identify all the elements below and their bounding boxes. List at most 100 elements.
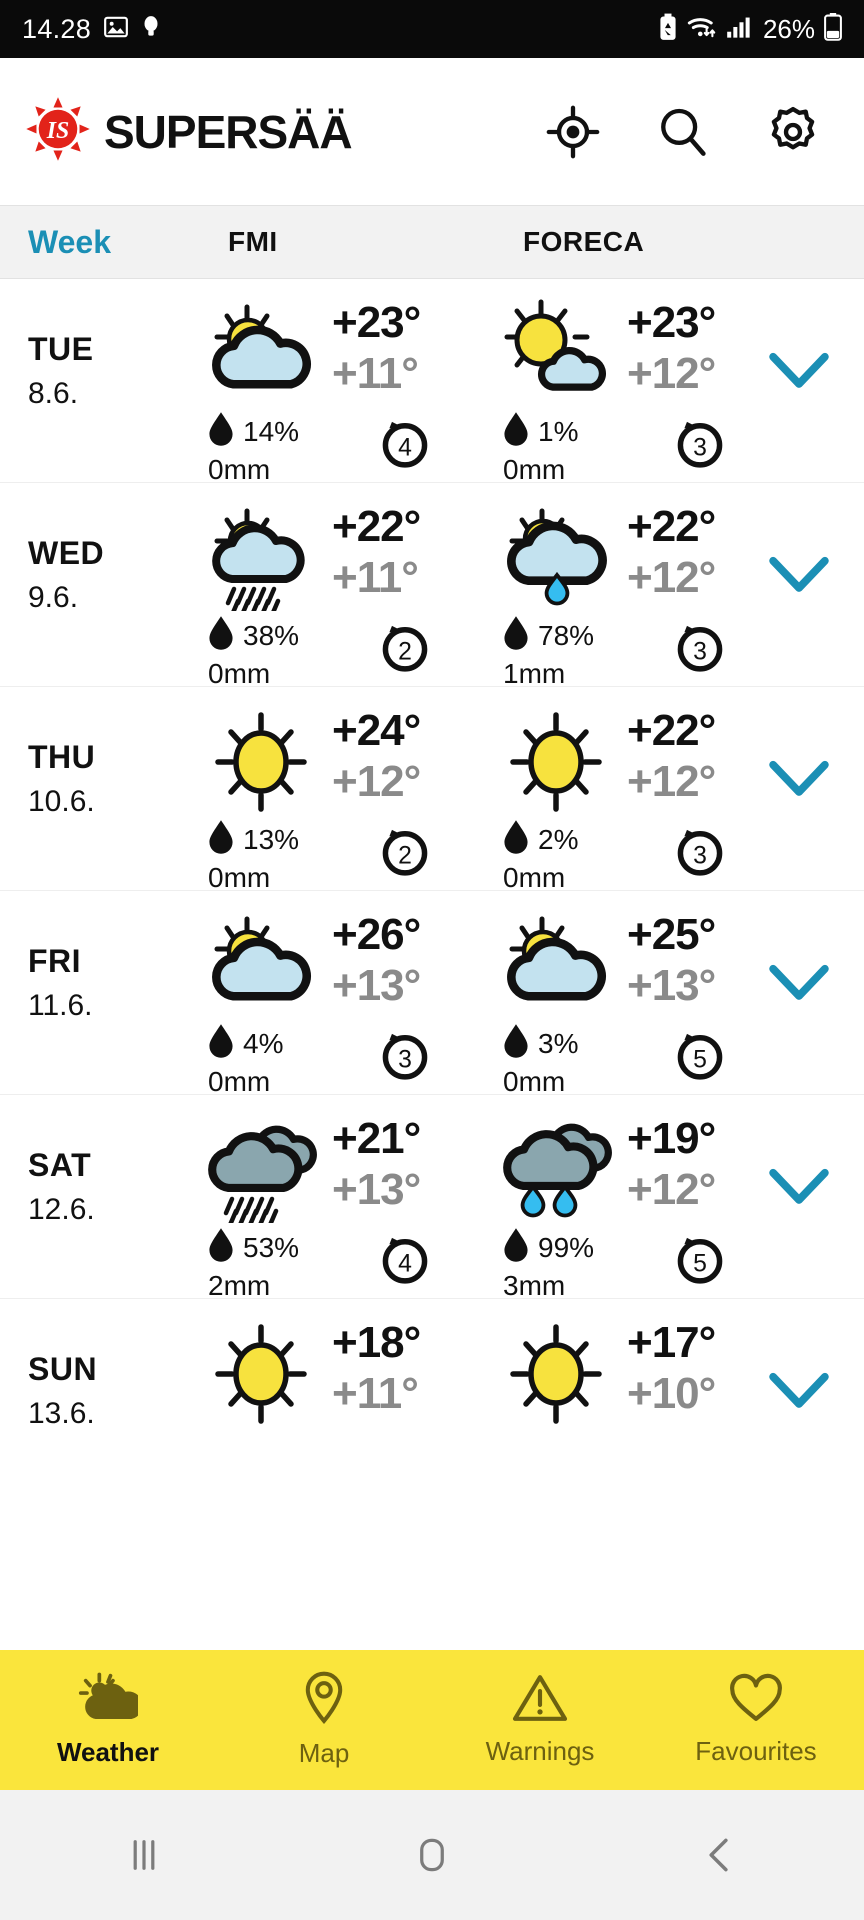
fmi-precipitation: 38% 0mm <box>208 615 358 690</box>
nav-item-map[interactable]: Map <box>216 1671 432 1769</box>
droplet-icon <box>208 819 234 860</box>
foreca-low-temp: +13° <box>627 961 716 1010</box>
foreca-weather-icon <box>495 503 617 611</box>
forecast-row[interactable]: FRI 11.6. +26° +13° 4% 0mm 3 +25° +13° 3% 0mm 5 <box>0 891 864 1098</box>
foreca-detail: 78% 1mm 3 <box>503 615 729 690</box>
foreca-precipitation: 78% 1mm <box>503 615 653 690</box>
expand-row-chevron-icon[interactable] <box>766 349 832 398</box>
foreca-precipitation: 1% 0mm <box>503 411 653 486</box>
forecast-row[interactable]: SAT 12.6. +21° +13° 53% 2mm 4 +19° +12° 99% 3mm 5 <box>0 1095 864 1301</box>
foreca-precip-percent: 78% <box>538 619 595 651</box>
foreca-precip-percent: 2% <box>538 823 579 855</box>
droplet-icon <box>208 615 234 656</box>
fmi-low-temp: +13° <box>332 1165 421 1214</box>
wifi-icon <box>687 14 717 45</box>
forecast-row[interactable]: THU 10.6. +24° +12° 13% 0mm 2 +22° +12° 2% 0mm 3 <box>0 687 864 894</box>
foreca-high-temp: +23° <box>627 298 716 347</box>
foreca-temperatures: +22° +12° <box>627 706 716 806</box>
gear-icon[interactable] <box>762 101 824 163</box>
app-header: IS SUPERSÄÄ <box>0 58 864 205</box>
nav-label: Weather <box>56 1737 160 1767</box>
foreca-low-temp: +12° <box>627 757 716 806</box>
fmi-precip-percent: 14% <box>243 415 300 447</box>
expand-row-chevron-icon[interactable] <box>766 1369 832 1418</box>
search-icon[interactable] <box>652 101 714 163</box>
day-label: WED 9.6. <box>28 535 203 615</box>
fmi-wind-speed: 2 <box>376 618 434 683</box>
android-navigation-bar <box>0 1790 864 1920</box>
nav-item-favourites[interactable]: Favourites <box>648 1673 864 1767</box>
column-header: Week FMI FORECA <box>0 205 864 279</box>
expand-row-chevron-icon[interactable] <box>766 757 832 806</box>
svg-text:3: 3 <box>398 1047 412 1074</box>
fmi-precip-mm: 0mm <box>208 454 271 485</box>
foreca-precip-mm: 1mm <box>503 658 566 689</box>
fmi-detail: 14% 0mm 4 <box>208 411 434 486</box>
svg-text:IS: IS <box>46 118 70 144</box>
fmi-high-temp: +18° <box>332 1318 421 1367</box>
foreca-wind-speed: 3 <box>671 618 729 683</box>
foreca-low-temp: +12° <box>627 1165 716 1214</box>
fmi-weather-icon <box>200 707 322 815</box>
svg-text:4: 4 <box>398 1251 412 1278</box>
day-date: 8.6. <box>28 377 79 410</box>
foreca-wind-speed: 3 <box>671 822 729 887</box>
fmi-wind-speed: 4 <box>376 414 434 479</box>
fmi-high-temp: +24° <box>332 706 421 755</box>
foreca-temperatures: +23° +12° <box>627 298 716 397</box>
fmi-detail: 4% 0mm 3 <box>208 1023 434 1098</box>
foreca-precipitation: 2% 0mm <box>503 819 653 894</box>
svg-text:2: 2 <box>398 843 412 870</box>
forecast-row[interactable]: WED 9.6. +22° +11° 38% 0mm 2 +22° +12° 78% 1mm 3 <box>0 483 864 690</box>
foreca-precip-percent: 1% <box>538 415 579 447</box>
locate-icon[interactable] <box>542 101 604 163</box>
nav-item-weather[interactable]: Weather <box>0 1672 216 1768</box>
fmi-weather-icon <box>200 299 322 407</box>
fmi-precip-mm: 0mm <box>208 1066 271 1097</box>
forecast-list-viewport[interactable]: TUE 8.6. +23° +11° 14% 0mm 4 +23° +12° 1% 0mm 3 WED 9… <box>0 279 864 1629</box>
battery-icon <box>824 12 842 46</box>
svg-text:3: 3 <box>693 435 707 462</box>
day-name: WED <box>28 535 105 571</box>
fmi-high-temp: +22° <box>332 502 421 551</box>
forecast-row[interactable]: TUE 8.6. +23° +11° 14% 0mm 4 +23° +12° 1% 0mm 3 <box>0 279 864 486</box>
expand-row-chevron-icon[interactable] <box>766 961 832 1010</box>
recents-icon[interactable] <box>84 1790 204 1920</box>
droplet-icon <box>208 1023 234 1064</box>
column-header-foreca: FORECA <box>523 226 645 257</box>
foreca-low-temp: +10° <box>627 1369 716 1418</box>
day-label: SUN 13.6. <box>28 1351 203 1431</box>
bottom-nav: Weather Map Warnings Favourites <box>0 1650 864 1790</box>
tab-week[interactable]: Week <box>28 224 111 261</box>
fmi-precip-mm: 0mm <box>208 862 271 893</box>
day-label: THU 10.6. <box>28 739 203 819</box>
fmi-high-temp: +21° <box>332 1114 421 1163</box>
nav-item-warnings[interactable]: Warnings <box>432 1673 648 1767</box>
fmi-low-temp: +12° <box>332 757 421 806</box>
home-icon[interactable] <box>372 1790 492 1920</box>
foreca-high-temp: +22° <box>627 706 716 755</box>
expand-row-chevron-icon[interactable] <box>766 553 832 602</box>
foreca-temperatures: +17° +10° <box>627 1319 716 1418</box>
foreca-low-temp: +12° <box>627 553 716 602</box>
fmi-precip-mm: 2mm <box>208 1270 271 1301</box>
fmi-high-temp: +26° <box>332 910 421 959</box>
fmi-wind-speed: 2 <box>376 822 434 887</box>
fmi-temperatures: +21° +13° <box>332 1114 421 1214</box>
foreca-high-temp: +22° <box>627 502 716 551</box>
expand-row-chevron-icon[interactable] <box>766 1165 832 1214</box>
foreca-wind-speed: 5 <box>671 1026 729 1091</box>
app-title: SUPERSÄÄ <box>104 105 353 158</box>
fmi-precip-percent: 53% <box>243 1231 300 1263</box>
svg-text:5: 5 <box>693 1251 707 1278</box>
back-icon[interactable] <box>660 1790 780 1920</box>
fmi-low-temp: +11° <box>332 349 419 398</box>
is-logo-icon: IS <box>24 95 92 168</box>
nav-label: Favourites <box>695 1736 817 1766</box>
foreca-precip-mm: 3mm <box>503 1270 566 1301</box>
forecast-row[interactable]: SUN 13.6. +18° +11° +17° +10° <box>0 1299 864 1503</box>
foreca-temperatures: +25° +13° <box>627 911 716 1010</box>
fmi-low-temp: +11° <box>332 1369 419 1418</box>
fmi-precip-mm: 0mm <box>208 658 271 689</box>
fmi-temperatures: +18° +11° <box>332 1318 421 1418</box>
